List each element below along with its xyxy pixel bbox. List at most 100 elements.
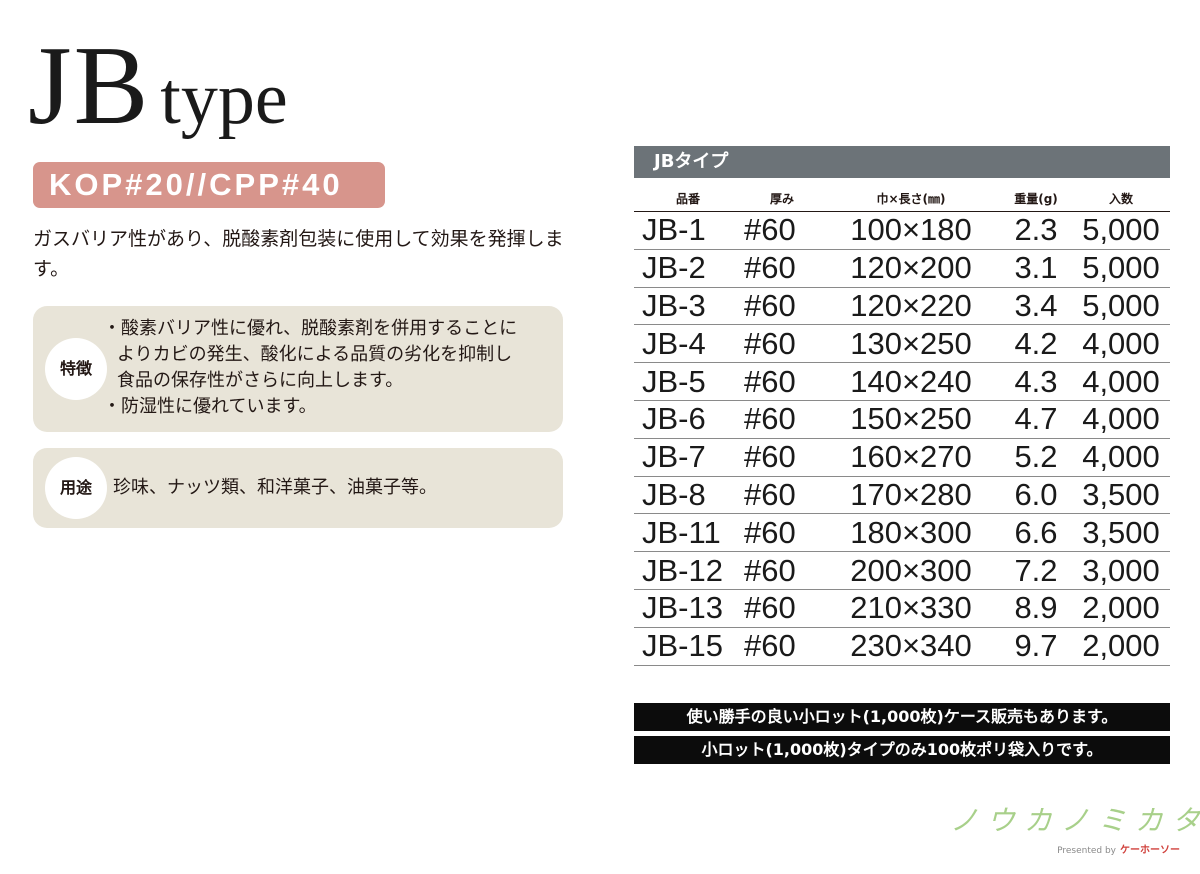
note-banner: 使い勝手の良い小ロット(1,000枚)ケース販売もあります。 — [634, 703, 1170, 731]
quantity-cell: 4,000 — [1082, 325, 1160, 361]
features-box: 特徴 ・酸素バリア性に優れ、脱酸素剤を併用することに よりカビの発生、酸化による… — [33, 306, 563, 432]
quantity-cell: 3,000 — [1082, 552, 1160, 588]
product-code-cell: JB-5 — [642, 363, 706, 399]
quantity-cell: 2,000 — [1082, 628, 1160, 664]
table-row: JB-13 #60 210×330 8.9 2,000 — [634, 590, 1170, 628]
dimensions-cell: 170×280 — [850, 476, 972, 512]
column-header: 品番 — [675, 192, 700, 206]
table-row: JB-7 #60 160×270 5.2 4,000 — [634, 439, 1170, 477]
weight-cell: 5.2 — [1014, 439, 1058, 475]
weight-cell: 8.9 — [1014, 590, 1058, 626]
table-row: JB-15 #60 230×340 9.7 2,000 — [634, 628, 1170, 666]
thickness-cell: #60 — [744, 363, 796, 399]
weight-cell: 9.7 — [1014, 628, 1058, 664]
quantity-cell: 3,500 — [1082, 476, 1160, 512]
features-line: ・防湿性に優れています。 — [103, 396, 317, 417]
product-code-cell: JB-6 — [642, 401, 706, 437]
title-sub: type — [160, 58, 288, 140]
thickness-cell: #60 — [744, 401, 796, 437]
product-code-cell: JB-4 — [642, 325, 706, 361]
presented-by-text: Presented by — [1057, 846, 1116, 856]
column-header: 巾×長さ(㎜) — [876, 192, 946, 206]
thickness-cell: #60 — [744, 476, 796, 512]
product-code-cell: JB-11 — [642, 514, 721, 550]
product-code-cell: JB-3 — [642, 287, 706, 323]
page-title: JB type — [28, 30, 288, 142]
maker-name: ケーホーソー — [1120, 845, 1180, 856]
thickness-cell: #60 — [744, 590, 796, 626]
thickness-cell: #60 — [744, 287, 796, 323]
column-header: 入数 — [1108, 192, 1133, 206]
table-title: JBタイプ — [634, 146, 1170, 178]
table-row: JB-2 #60 120×200 3.1 5,000 — [634, 250, 1170, 288]
dimensions-cell: 150×250 — [850, 401, 972, 437]
table-row: JB-4 #60 130×250 4.2 4,000 — [634, 325, 1170, 364]
dimensions-cell: 210×330 — [850, 590, 972, 626]
weight-cell: 6.0 — [1014, 476, 1058, 512]
table-row: JB-5 #60 140×240 4.3 4,000 — [634, 363, 1170, 401]
product-code-cell: JB-1 — [642, 212, 706, 248]
dimensions-cell: 160×270 — [850, 439, 972, 475]
features-text: ・酸素バリア性に優れ、脱酸素剤を併用することに よりカビの発生、酸化による品質の… — [103, 316, 517, 420]
quantity-cell: 3,500 — [1082, 514, 1160, 550]
brand-credit: Presented by ケーホーソー — [950, 841, 1180, 856]
thickness-cell: #60 — [744, 514, 796, 550]
weight-cell: 6.6 — [1014, 514, 1058, 550]
quantity-cell: 5,000 — [1082, 212, 1160, 248]
dimensions-cell: 200×300 — [850, 552, 972, 588]
thickness-cell: #60 — [744, 325, 796, 361]
table-row: JB-12 #60 200×300 7.2 3,000 — [634, 552, 1170, 590]
product-code-cell: JB-7 — [642, 439, 706, 475]
features-line: よりカビの発生、酸化による品質の劣化を抑制し — [117, 344, 513, 365]
product-code-cell: JB-8 — [642, 476, 706, 512]
table-row: JB-3 #60 120×220 3.4 5,000 — [634, 288, 1170, 326]
column-header: 重量(g) — [1014, 192, 1058, 206]
spec-badge: KOP#20//CPP#40 — [33, 162, 385, 208]
dimensions-cell: 130×250 — [850, 325, 972, 361]
product-code-cell: JB-2 — [642, 250, 706, 286]
product-table: 品番 厚み 巾×長さ(㎜) 重量(g) 入数 JB-1 #60 100×180 2.3… — [634, 186, 1170, 666]
dimensions-cell: 140×240 — [850, 363, 972, 399]
weight-cell: 3.4 — [1014, 287, 1058, 323]
table-row: JB-1 #60 100×180 2.3 5,000 — [634, 212, 1170, 250]
dimensions-cell: 120×200 — [850, 250, 972, 286]
weight-cell: 4.7 — [1014, 401, 1058, 437]
features-line: 食品の保存性がさらに向上します。 — [117, 370, 404, 391]
product-code-cell: JB-15 — [642, 628, 723, 664]
title-main: JB — [28, 24, 151, 148]
features-label: 特徴 — [45, 338, 107, 400]
weight-cell: 4.2 — [1014, 325, 1058, 361]
column-header: 厚み — [769, 192, 794, 206]
uses-label: 用途 — [45, 457, 107, 519]
quantity-cell: 4,000 — [1082, 439, 1160, 475]
table-row: JB-6 #60 150×250 4.7 4,000 — [634, 401, 1170, 439]
intro-text: ガスバリア性があり、脱酸素剤包装に使用して効果を発揮します。 — [33, 228, 564, 280]
features-line: ・酸素バリア性に優れ、脱酸素剤を併用することに — [103, 318, 518, 339]
table-body: JB-1 #60 100×180 2.3 5,000 JB-2 #60 120×200 3.1 5… — [634, 212, 1170, 666]
quantity-cell: 4,000 — [1082, 363, 1160, 399]
product-code-cell: JB-13 — [642, 590, 723, 626]
weight-cell: 4.3 — [1014, 363, 1058, 399]
weight-cell: 2.3 — [1014, 212, 1058, 248]
weight-cell: 3.1 — [1014, 250, 1058, 286]
quantity-cell: 5,000 — [1082, 287, 1160, 323]
dimensions-cell: 100×180 — [850, 212, 972, 248]
dimensions-cell: 180×300 — [850, 514, 972, 550]
weight-cell: 7.2 — [1014, 552, 1058, 588]
product-code-cell: JB-12 — [642, 552, 723, 588]
thickness-cell: #60 — [744, 628, 796, 664]
quantity-cell: 5,000 — [1082, 250, 1160, 286]
dimensions-cell: 230×340 — [850, 628, 972, 664]
table-row: JB-8 #60 170×280 6.0 3,500 — [634, 477, 1170, 515]
uses-box: 用途 珍味、ナッツ類、和洋菓子、油菓子等。 — [33, 448, 563, 528]
note-banner: 小ロット(1,000枚)タイプのみ100枚ポリ袋入りです。 — [634, 736, 1170, 764]
thickness-cell: #60 — [744, 250, 796, 286]
table-header-row: 品番 厚み 巾×長さ(㎜) 重量(g) 入数 — [634, 186, 1170, 212]
thickness-cell: #60 — [744, 212, 796, 248]
uses-text: 珍味、ナッツ類、和洋菓子、油菓子等。 — [113, 477, 437, 498]
quantity-cell: 4,000 — [1082, 401, 1160, 437]
thickness-cell: #60 — [744, 439, 796, 475]
thickness-cell: #60 — [744, 552, 796, 588]
dimensions-cell: 120×220 — [850, 287, 972, 323]
brand-logo: ノウカノミカタ Presented by ケーホーソー — [950, 803, 1200, 856]
